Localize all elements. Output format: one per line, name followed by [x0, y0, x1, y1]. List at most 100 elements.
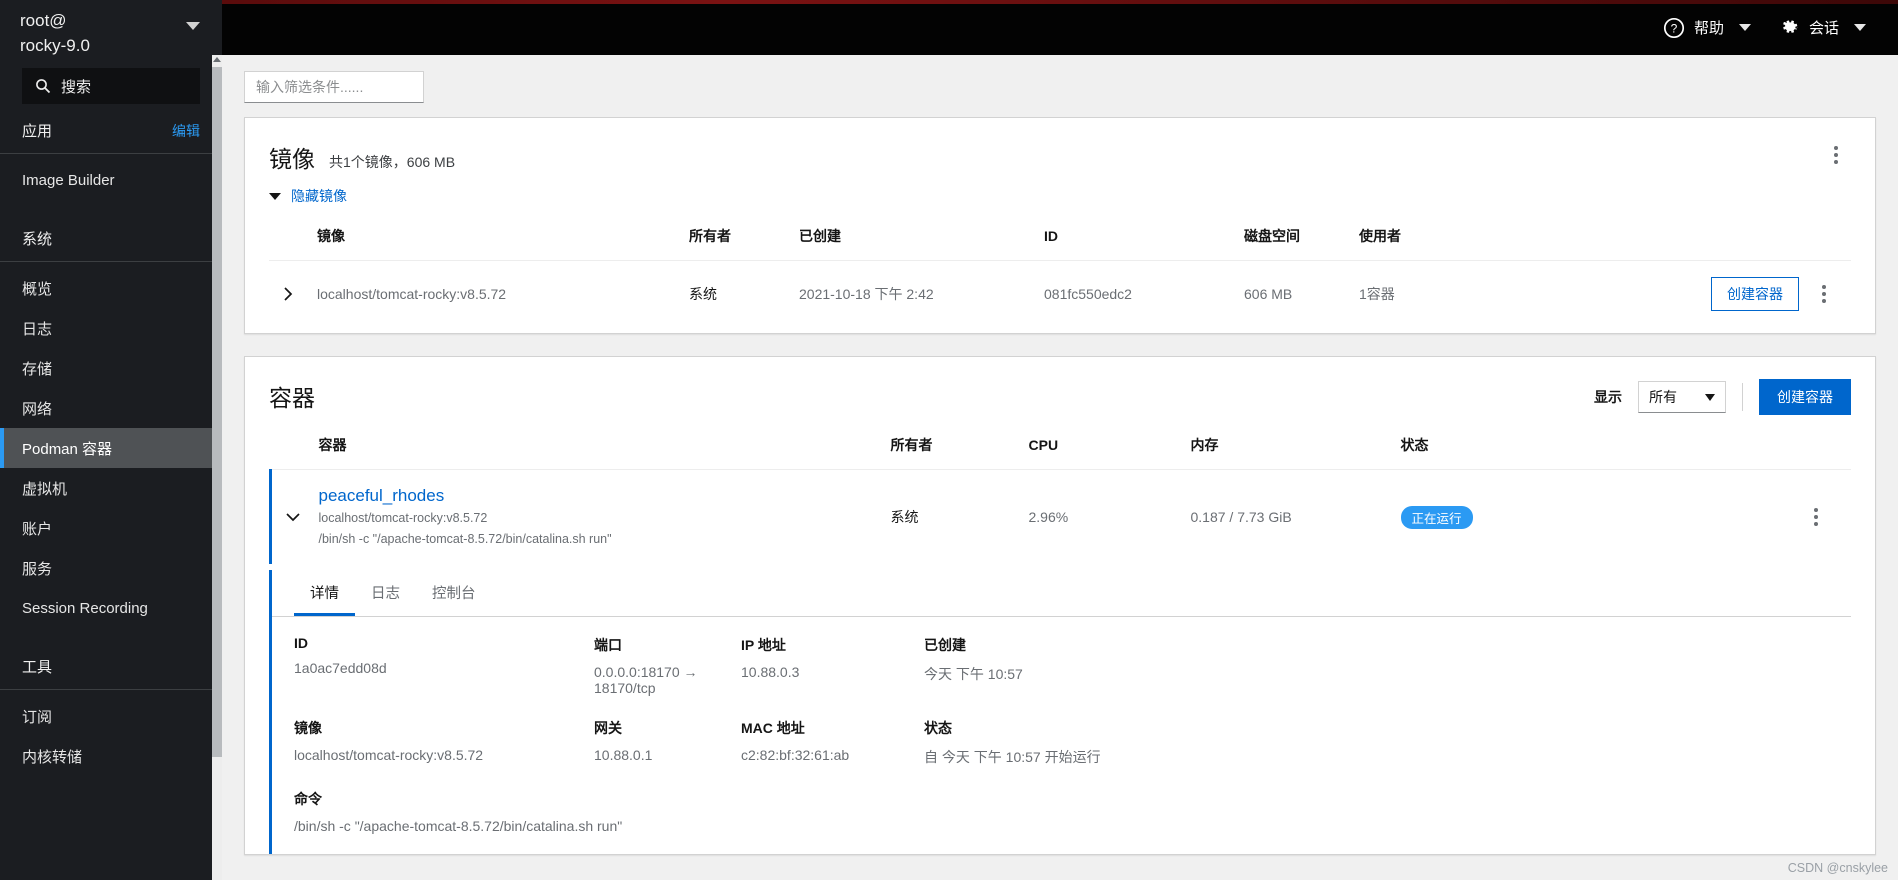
main-area: ? 帮助 会话 镜像 共1个镜像，606 MB — [222, 0, 1898, 880]
detail-label: IP 地址 — [741, 637, 786, 653]
image-expand-toggle[interactable] — [269, 260, 309, 327]
image-usedby-cell: 1容器 — [1351, 260, 1481, 327]
chevron-down-icon — [286, 513, 300, 522]
sidebar-item-label: 存储 — [22, 360, 53, 378]
chevron-down-icon[interactable] — [1705, 393, 1715, 401]
detail-field-id: ID 1a0ac7edd08d — [294, 635, 594, 696]
sidebar-item-label: 服务 — [22, 560, 53, 578]
detail-value: c2:82:bf:32:61:ab — [741, 747, 850, 763]
detail-value: 0.0.0.0:18170 → 18170/tcp — [594, 664, 698, 696]
image-disk-cell: 606 MB — [1236, 260, 1351, 327]
session-button[interactable]: 会话 — [1769, 11, 1876, 44]
container-row-kebab-menu-icon[interactable] — [1801, 502, 1831, 532]
sidebar-item-network[interactable]: 网络 — [0, 388, 222, 428]
sidebar-search-wrap: 搜索 — [0, 68, 222, 104]
chevron-down-icon[interactable] — [269, 192, 281, 200]
detail-field-ports: 端口 0.0.0.0:18170 → 18170/tcp — [594, 635, 741, 696]
containers-filter-select[interactable]: 所有 — [1638, 381, 1726, 413]
images-card-header: 镜像 共1个镜像，606 MB — [245, 118, 1875, 180]
sidebar-item-podman-containers[interactable]: Podman 容器 — [0, 428, 222, 468]
container-owner-cell: 系统 — [882, 469, 1021, 564]
sidebar-item-label: 网络 — [22, 400, 53, 418]
images-col-created: 已创建 — [799, 228, 841, 244]
sidebar-item-label: 内核转储 — [22, 748, 83, 766]
containers-col-owner: 所有者 — [890, 437, 933, 453]
sidebar-item-label: 账户 — [22, 520, 53, 538]
sidebar-apps-list: Image Builder — [0, 154, 222, 200]
detail-field-ip: IP 地址 10.88.0.3 — [741, 635, 924, 696]
sidebar-scroll-thumb[interactable] — [212, 67, 222, 757]
image-actions-cell: 创建容器 — [1481, 260, 1851, 327]
chevron-down-icon[interactable] — [1854, 24, 1866, 31]
content-scroll-area: 镜像 共1个镜像，606 MB 隐藏镜像 镜像 所有者 — [222, 55, 1898, 880]
containers-filter-value: 所有 — [1649, 389, 1677, 405]
sidebar-item-virtual-machines[interactable]: 虚拟机 — [0, 468, 222, 508]
sidebar-group-title: 应用 — [22, 123, 53, 140]
detail-field-state: 状态 自 今天 下午 10:57 开始运行 — [924, 718, 1829, 767]
detail-label: 镜像 — [294, 720, 322, 736]
sidebar-item-overview[interactable]: 概览 — [0, 268, 222, 308]
detail-label: ID — [294, 635, 308, 651]
container-status-cell: 正在运行 — [1392, 469, 1851, 564]
sidebar-item-logs[interactable]: 日志 — [0, 308, 222, 348]
sidebar-system-list: 概览 日志 存储 网络 Podman 容器 虚拟机 账户 服务 Session … — [0, 262, 222, 628]
detail-value: /bin/sh -c "/apache-tomcat-8.5.72/bin/ca… — [294, 818, 623, 834]
tab-details[interactable]: 详情 — [294, 570, 355, 616]
gear-icon — [1783, 20, 1798, 33]
containers-table-head: 容器 所有者 CPU 内存 状态 — [271, 429, 1852, 470]
sidebar-item-label: 日志 — [22, 320, 53, 338]
detail-value: localhost/tomcat-rocky:v8.5.72 — [294, 747, 484, 763]
images-toggle-row[interactable]: 隐藏镜像 — [245, 180, 1875, 220]
header-divider — [1742, 383, 1743, 411]
images-col-disk: 磁盘空间 — [1244, 228, 1300, 244]
svg-text:?: ? — [1671, 21, 1678, 35]
sidebar-item-kernel-dump[interactable]: 内核转储 — [0, 736, 222, 776]
create-container-from-image-button[interactable]: 创建容器 — [1711, 277, 1799, 311]
sidebar-tools-list: 订阅 内核转储 — [0, 690, 222, 776]
container-expand-toggle[interactable] — [270, 469, 311, 564]
images-title-wrap: 镜像 共1个镜像，606 MB — [269, 140, 455, 174]
container-name-link[interactable]: peaceful_rhodes — [319, 486, 875, 506]
search-input[interactable]: 搜索 — [22, 68, 200, 104]
containers-header-row: 容器 所有者 CPU 内存 状态 — [271, 429, 1852, 470]
tab-logs[interactable]: 日志 — [355, 570, 416, 616]
images-col-owner: 所有者 — [689, 228, 731, 244]
images-kebab-menu-icon[interactable] — [1821, 140, 1851, 170]
image-row-kebab-menu-icon[interactable] — [1809, 279, 1839, 309]
sidebar-item-storage[interactable]: 存储 — [0, 348, 222, 388]
sidebar-item-subscriptions[interactable]: 订阅 — [0, 696, 222, 736]
images-col-expand — [269, 220, 309, 261]
detail-field-gateway: 网关 10.88.0.1 — [594, 718, 741, 767]
detail-value: 10.88.0.1 — [594, 747, 653, 763]
sidebar-item-image-builder[interactable]: Image Builder — [0, 160, 222, 200]
sidebar-group-title: 系统 — [22, 231, 53, 248]
images-header-row: 镜像 所有者 已创建 ID 磁盘空间 使用者 — [269, 220, 1851, 261]
hide-images-link[interactable]: 隐藏镜像 — [291, 186, 347, 206]
sidebar-item-session-recording[interactable]: Session Recording — [0, 588, 222, 628]
filter-input[interactable] — [244, 71, 424, 103]
search-icon — [36, 79, 51, 94]
image-owner-cell: 系统 — [681, 260, 791, 327]
chevron-down-icon[interactable] — [186, 22, 200, 30]
containers-header-tools: 显示 所有 创建容器 — [1594, 379, 1851, 415]
containers-table: 容器 所有者 CPU 内存 状态 peaceful_rhodes localho… — [269, 429, 1851, 564]
detail-value: 自 今天 下午 10:57 开始运行 — [924, 749, 1101, 765]
sidebar-item-services[interactable]: 服务 — [0, 548, 222, 588]
detail-label: 命令 — [294, 791, 322, 807]
table-row[interactable]: peaceful_rhodes localhost/tomcat-rocky:v… — [270, 469, 1851, 564]
session-label: 会话 — [1808, 20, 1839, 37]
create-container-button[interactable]: 创建容器 — [1759, 379, 1851, 415]
show-label: 显示 — [1594, 389, 1622, 405]
images-table-wrap: 镜像 所有者 已创建 ID 磁盘空间 使用者 localhost/tomcat-… — [245, 220, 1875, 333]
help-button[interactable]: ? 帮助 — [1653, 11, 1761, 45]
sidebar-host-switcher[interactable]: root@ rocky-9.0 — [0, 0, 222, 68]
sidebar-scrollbar[interactable] — [212, 55, 222, 880]
chevron-down-icon[interactable] — [1738, 24, 1751, 31]
sidebar-item-label: 订阅 — [22, 708, 53, 726]
scroll-up-arrow-icon[interactable] — [213, 57, 221, 62]
tab-console[interactable]: 控制台 — [416, 570, 492, 616]
table-row[interactable]: localhost/tomcat-rocky:v8.5.72 系统 2021-1… — [269, 260, 1851, 327]
sidebar-item-accounts[interactable]: 账户 — [0, 508, 222, 548]
sidebar-group-tools: 工具 — [0, 640, 222, 690]
sidebar-edit-link[interactable]: 编辑 — [172, 121, 200, 141]
